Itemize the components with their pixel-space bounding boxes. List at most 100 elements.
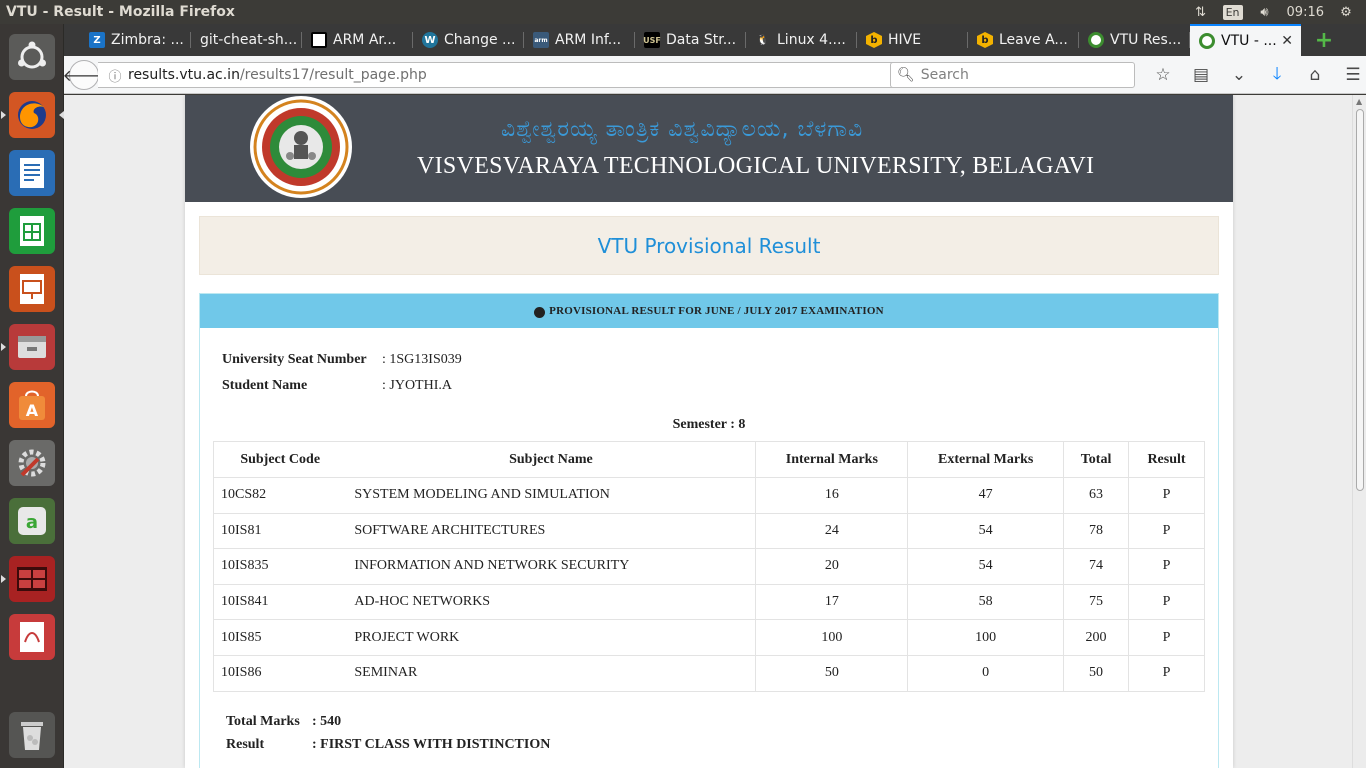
app-a-icon[interactable]: a bbox=[7, 496, 57, 546]
libreoffice-writer-icon[interactable] bbox=[7, 148, 57, 198]
scrollbar-thumb[interactable] bbox=[1356, 109, 1364, 491]
column-header: External Marks bbox=[907, 441, 1065, 478]
trash-icon[interactable] bbox=[7, 710, 57, 760]
reading-list-icon[interactable]: ▤ bbox=[1182, 56, 1220, 94]
browser-tab[interactable]: 🐧 Linux 4.... bbox=[746, 24, 857, 56]
cell-internal: 50 bbox=[755, 654, 909, 692]
browser-tab[interactable]: VTU Res... bbox=[1079, 24, 1190, 56]
close-tab-icon[interactable]: ✕ bbox=[1281, 33, 1293, 49]
browser-tab[interactable]: git-cheat-sh... bbox=[191, 24, 302, 56]
tab-label: Change ... bbox=[444, 32, 516, 48]
result-panel: PROVISIONAL RESULT FOR JUNE / JULY 2017 … bbox=[199, 293, 1219, 768]
page-info-icon[interactable]: ⓘ bbox=[102, 66, 128, 85]
tab-label: git-cheat-sh... bbox=[200, 32, 298, 48]
arm-icon: arm bbox=[533, 32, 549, 48]
semester-label: Semester : 8 bbox=[672, 417, 746, 432]
banner-kannada-title: ವಿಶ್ವೇಶ್ವರಯ್ಯ ತಾಂತ್ರಿಕ ವಿಶ್ವವಿದ್ಯಾಲಯ, ಬೆ… bbox=[501, 117, 864, 142]
terminal-icon[interactable] bbox=[1, 554, 57, 604]
home-icon[interactable]: ⌂ bbox=[1296, 56, 1334, 94]
banner-english-title: VISVESVARAYA TECHNOLOGICAL UNIVERSITY, B… bbox=[417, 153, 1095, 179]
tab-label: VTU Res... bbox=[1110, 32, 1182, 48]
search-input[interactable]: 🔍︎ Search bbox=[890, 62, 1135, 88]
scroll-up-arrow-icon[interactable]: ▲ bbox=[1356, 97, 1362, 106]
cell-result: P bbox=[1128, 619, 1205, 656]
cell-internal: 24 bbox=[755, 512, 909, 549]
tux-icon: 🐧 bbox=[756, 34, 770, 46]
bookmark-star-icon[interactable]: ☆ bbox=[1144, 56, 1182, 94]
usn-label: University Seat Number bbox=[222, 352, 367, 367]
web-content: ವಿಶ್ವೇಶ್ವರಯ್ಯ ತಾಂತ್ರಿಕ ವಿಶ್ವವಿದ್ಯಾಲಯ, ಬೆ… bbox=[64, 95, 1352, 768]
cell-code: 10IS841 bbox=[213, 583, 347, 620]
tab-label: Zimbra: ... bbox=[111, 32, 184, 48]
panel-heading-text: PROVISIONAL RESULT FOR JUNE / JULY 2017 … bbox=[549, 305, 884, 317]
power-gear-icon[interactable]: ⚙︎ bbox=[1338, 4, 1354, 20]
back-button[interactable]: 🡐 bbox=[63, 60, 105, 90]
ubuntu-dash-icon[interactable] bbox=[7, 32, 57, 82]
table-header-row: Subject Code Subject Name Internal Marks Ex… bbox=[213, 441, 1205, 478]
files-icon[interactable] bbox=[1, 322, 57, 372]
browser-nav-bar: 🡐 ⓘ results.vtu.ac.in/results17/result_p… bbox=[63, 56, 1366, 94]
firefox-launcher-icon[interactable] bbox=[1, 90, 64, 140]
zimbra-icon: Z bbox=[89, 32, 105, 48]
browser-tab[interactable]: b Leave A... bbox=[968, 24, 1079, 56]
page-title: VTU Provisional Result bbox=[597, 233, 821, 258]
url-text[interactable]: results.vtu.ac.in/results17/result_page.… bbox=[128, 67, 427, 83]
libreoffice-impress-icon[interactable] bbox=[7, 264, 57, 314]
cell-name: PROJECT WORK bbox=[346, 619, 757, 656]
vtu-icon bbox=[1088, 32, 1104, 48]
table-row: 10IS86 SEMINAR 50 0 50 P bbox=[213, 654, 1205, 692]
cell-code: 10IS81 bbox=[213, 512, 347, 549]
libreoffice-calc-icon[interactable] bbox=[7, 206, 57, 256]
browser-tab[interactable]: ARM Ar... bbox=[302, 24, 413, 56]
panel-heading: PROVISIONAL RESULT FOR JUNE / JULY 2017 … bbox=[200, 294, 1218, 328]
clock[interactable]: 09:16 bbox=[1287, 5, 1324, 20]
window-title: VTU - Result - Mozilla Firefox bbox=[6, 4, 235, 20]
tab-label: ARM Ar... bbox=[333, 32, 397, 48]
keyboard-layout-indicator[interactable]: En bbox=[1222, 4, 1243, 20]
browser-tab[interactable]: arm ARM Inf... bbox=[524, 24, 635, 56]
tab-label: VTU - ... bbox=[1221, 33, 1277, 49]
cell-result: P bbox=[1128, 654, 1205, 692]
os-top-panel: VTU - Result - Mozilla Firefox ⇅ En 🔊︎ 0… bbox=[0, 0, 1366, 24]
url-bar[interactable]: ⓘ results.vtu.ac.in/results17/result_pag… bbox=[98, 62, 948, 88]
hamburger-menu-icon[interactable]: ☰ bbox=[1334, 56, 1366, 94]
downloads-icon[interactable]: 🡓 bbox=[1258, 56, 1296, 94]
tab-label: Linux 4.... bbox=[777, 32, 846, 48]
page-scrollbar[interactable]: ▲ bbox=[1352, 95, 1366, 768]
cell-external: 100 bbox=[907, 619, 1065, 656]
browser-tab[interactable]: Z Zimbra: ... bbox=[80, 24, 191, 56]
cell-name: SOFTWARE ARCHITECTURES bbox=[346, 512, 757, 549]
network-icon[interactable]: ⇅ bbox=[1193, 4, 1209, 20]
cell-name: AD-HOC NETWORKS bbox=[346, 583, 757, 620]
cell-total: 63 bbox=[1063, 477, 1130, 514]
browser-tab[interactable]: USF Data Str... bbox=[635, 24, 746, 56]
browser-tab[interactable]: W Change ... bbox=[413, 24, 524, 56]
system-settings-icon[interactable] bbox=[7, 438, 57, 488]
globe-icon bbox=[534, 306, 546, 318]
total-marks-value: : 540 bbox=[312, 714, 342, 729]
final-result-value: : FIRST CLASS WITH DISTINCTION bbox=[312, 737, 551, 752]
cell-total: 74 bbox=[1063, 548, 1130, 585]
vtu-result-page: ವಿಶ್ವೇಶ್ವರಯ್ಯ ತಾಂತ್ರಿಕ ವಿಶ್ವವಿದ್ಯಾಲಯ, ಬೆ… bbox=[185, 95, 1233, 768]
unity-launcher: A a bbox=[0, 24, 64, 768]
browser-tab[interactable]: VTU - ... ✕ bbox=[1190, 24, 1301, 56]
pocket-icon[interactable]: ⌄ bbox=[1220, 56, 1258, 94]
vtu-icon bbox=[1199, 33, 1215, 49]
svg-text:a: a bbox=[26, 512, 38, 533]
document-viewer-icon[interactable] bbox=[7, 612, 57, 662]
new-tab-plus-icon[interactable]: + bbox=[1309, 24, 1339, 56]
volume-icon[interactable]: 🔊︎ bbox=[1257, 4, 1273, 20]
tab-label: HIVE bbox=[888, 32, 922, 48]
usn-value: : : 1SG13IS039 bbox=[382, 352, 462, 367]
column-header: Subject Name bbox=[346, 441, 757, 478]
total-marks-label: Total Marks bbox=[226, 714, 300, 729]
column-header: Subject Code bbox=[213, 441, 347, 478]
cell-internal: 16 bbox=[755, 477, 909, 514]
provisional-result-box: VTU Provisional Result bbox=[199, 216, 1219, 275]
browser-tab[interactable]: b HIVE bbox=[857, 24, 968, 56]
column-header: Result bbox=[1128, 441, 1205, 478]
software-center-icon[interactable]: A bbox=[7, 380, 57, 430]
cell-code: 10IS85 bbox=[213, 619, 347, 656]
cell-external: 0 bbox=[907, 654, 1065, 692]
search-icon: 🔍︎ bbox=[897, 67, 915, 83]
